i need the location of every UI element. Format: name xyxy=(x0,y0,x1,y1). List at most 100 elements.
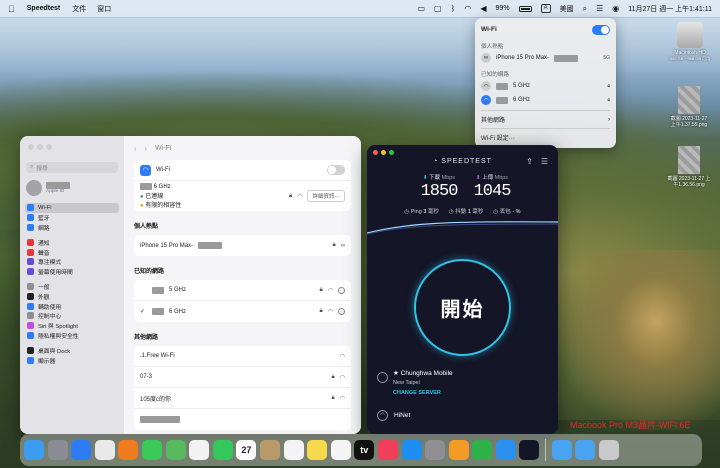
settings-sliders-icon[interactable]: ☰ xyxy=(541,157,548,166)
sidebar-item[interactable]: 外觀 xyxy=(25,291,119,301)
menu-clock[interactable]: 11月27日 週一 上午1:41:11 xyxy=(628,4,712,14)
zoom-button[interactable] xyxy=(46,144,52,150)
wifi-status-icon[interactable]: ◠ xyxy=(464,4,471,13)
speedtest-icon[interactable] xyxy=(519,440,540,460)
change-server-link[interactable]: CHANGE SERVER xyxy=(393,390,441,396)
forward-icon[interactable]: › xyxy=(145,144,148,153)
battery-percent: 99% xyxy=(495,5,510,12)
apple-id-row[interactable]: Apple ID xyxy=(26,178,118,198)
numbers-icon[interactable] xyxy=(472,440,493,460)
more-icon[interactable]: ⋯ xyxy=(338,286,345,294)
other-networks-item[interactable]: 其他網路 › xyxy=(481,114,610,125)
search-field[interactable]: ⌕ 搜尋 xyxy=(26,162,118,173)
desktop-file[interactable]: 截圖 2023-11-27 上午1.37.55.png xyxy=(659,86,719,128)
known-section-title: 已知的網路 xyxy=(134,269,165,275)
desktop-file[interactable]: 截圖 2023-11-27 上 午1.36.56.png xyxy=(659,146,719,188)
known-network-item[interactable]: ◠ 6 GHz 🔒︎ xyxy=(481,93,610,107)
control-center-icon[interactable]: ☰ xyxy=(596,4,603,13)
other-network-row[interactable]: 07-3 🔒︎ ◠ xyxy=(134,367,351,388)
safari-icon[interactable] xyxy=(71,440,92,460)
sidebar-item-label: 隱私權與安全性 xyxy=(38,333,79,340)
desktop-hd[interactable]: Macintosh HD 965 GB・968 GB 可用 xyxy=(660,22,720,62)
sidebar-item[interactable]: 藍牙 xyxy=(25,213,119,223)
upload-icon: ⬆ xyxy=(475,175,481,181)
contacts-icon[interactable] xyxy=(259,440,280,460)
details-button[interactable]: 詳細資訊⋯ xyxy=(307,190,345,202)
apple-menu-icon[interactable]:  xyxy=(8,4,15,14)
app-store-icon[interactable] xyxy=(401,440,422,460)
menu-window[interactable]: 窗口 xyxy=(97,4,111,14)
app-menu[interactable]: Speedtest xyxy=(27,5,60,12)
other-network-row[interactable] xyxy=(134,409,351,430)
music-icon[interactable] xyxy=(377,440,398,460)
start-button[interactable]: 開始 xyxy=(414,259,511,356)
xcode-icon[interactable] xyxy=(495,440,516,460)
battery-icon[interactable] xyxy=(518,5,532,12)
redacted-block xyxy=(198,242,223,249)
calendar-icon[interactable]: 27 xyxy=(236,440,257,460)
close-button[interactable] xyxy=(28,144,34,150)
chrome-icon[interactable] xyxy=(94,440,115,460)
system-settings-icon[interactable] xyxy=(425,440,446,460)
pages-icon[interactable] xyxy=(448,440,469,460)
display-icon[interactable]: ▢ xyxy=(434,4,442,13)
menu-file[interactable]: 文件 xyxy=(72,4,86,14)
sidebar-item[interactable]: Siri 與 Spotlight xyxy=(25,321,119,331)
download-label: 下載 xyxy=(429,175,441,181)
applications-folder-icon[interactable] xyxy=(575,440,596,460)
more-icon[interactable]: ⋯ xyxy=(338,308,345,315)
wifi-settings-item[interactable]: Wi-Fi 設定⋯ xyxy=(481,132,610,143)
volume-icon[interactable]: ◀ xyxy=(480,4,486,13)
known-network-item[interactable]: ◠ 5 GHz 🔒︎ xyxy=(481,79,610,93)
facetime-icon[interactable] xyxy=(212,440,233,460)
freeform-icon[interactable] xyxy=(330,440,351,460)
photos-icon[interactable] xyxy=(189,440,210,460)
spotlight-icon[interactable]: ⌕ xyxy=(583,4,587,13)
sidebar-item[interactable]: 螢幕使用時間 xyxy=(25,267,119,277)
minimize-button[interactable] xyxy=(381,150,386,155)
sidebar-item[interactable]: 網路 xyxy=(25,223,119,233)
other-network-row[interactable]: 105度c的你 🔒︎ ◠ xyxy=(134,388,351,409)
page-title: Wi-Fi xyxy=(155,144,172,152)
sidebar-item[interactable]: Wi-Fi xyxy=(25,203,119,213)
trash-icon[interactable] xyxy=(598,440,619,460)
tv-icon[interactable]: tv xyxy=(354,440,375,460)
system-settings-window: ⌕ 搜尋 Apple ID Wi-Fi 藍牙 網路 通知 聲音 專注模式 螢幕使用時間 一般外… xyxy=(20,136,361,434)
sidebar-item[interactable]: 專注模式 xyxy=(25,257,119,267)
sidebar-item[interactable]: 控制中心 xyxy=(25,311,119,321)
wifi-toggle[interactable] xyxy=(592,24,610,35)
zoom-button[interactable] xyxy=(389,150,394,155)
bluetooth-icon[interactable]: ᛒ xyxy=(451,4,456,13)
known-network-row[interactable]: 5 GHz 🔒︎ ◠ ⋯ xyxy=(134,280,351,301)
minimize-button[interactable] xyxy=(37,144,43,150)
hotspot-row[interactable]: iPhone 15 Pro Max- 🔒︎ ∞ xyxy=(134,235,351,256)
maps-icon[interactable] xyxy=(165,440,186,460)
close-button[interactable] xyxy=(373,150,378,155)
sidebar-item[interactable]: 隱私權與安全性 xyxy=(25,331,119,341)
redacted-block xyxy=(152,308,164,315)
input-source-badge[interactable]: A xyxy=(540,4,551,13)
sidebar-item[interactable]: 顯示器 xyxy=(25,355,119,365)
siri-icon[interactable]: ◉ xyxy=(612,4,619,13)
hotspot-item[interactable]: ∞ iPhone 15 Pro Max- 5G xyxy=(481,51,610,65)
sidebar-item[interactable]: 一般 xyxy=(25,282,119,292)
sidebar-item[interactable]: 通知 xyxy=(25,237,119,247)
finder-icon[interactable] xyxy=(24,440,44,460)
sidebar-item[interactable]: 桌面與 Dock xyxy=(25,345,119,355)
launchpad-icon[interactable] xyxy=(47,440,68,460)
reminders-icon[interactable] xyxy=(283,440,304,460)
messages-icon[interactable] xyxy=(141,440,162,460)
known-network-row[interactable]: ✓ 6 GHz 🔒︎ ◠ ⋯ xyxy=(134,301,351,322)
settings-main: ‹ › Wi-Fi ◠ Wi-Fi 6 GHz ● 已連線 ● 有限的相容性 🔒… xyxy=(124,136,361,434)
input-source-label[interactable]: 美國 xyxy=(560,4,574,14)
downloads-folder-icon[interactable] xyxy=(551,440,572,460)
sidebar-item[interactable]: 聲音 xyxy=(25,247,119,257)
sidebar-item[interactable]: 輔助使用 xyxy=(25,301,119,311)
wifi-switch[interactable] xyxy=(327,165,345,175)
screen-mirror-icon[interactable]: ▭ xyxy=(417,4,425,13)
share-icon[interactable]: ⇪ xyxy=(526,157,533,166)
back-icon[interactable]: ‹ xyxy=(134,144,137,153)
other-network-row[interactable]: .1.Free Wi-Fi ◠ xyxy=(134,346,351,367)
notes-icon[interactable] xyxy=(307,440,328,460)
firefox-icon[interactable] xyxy=(118,440,139,460)
